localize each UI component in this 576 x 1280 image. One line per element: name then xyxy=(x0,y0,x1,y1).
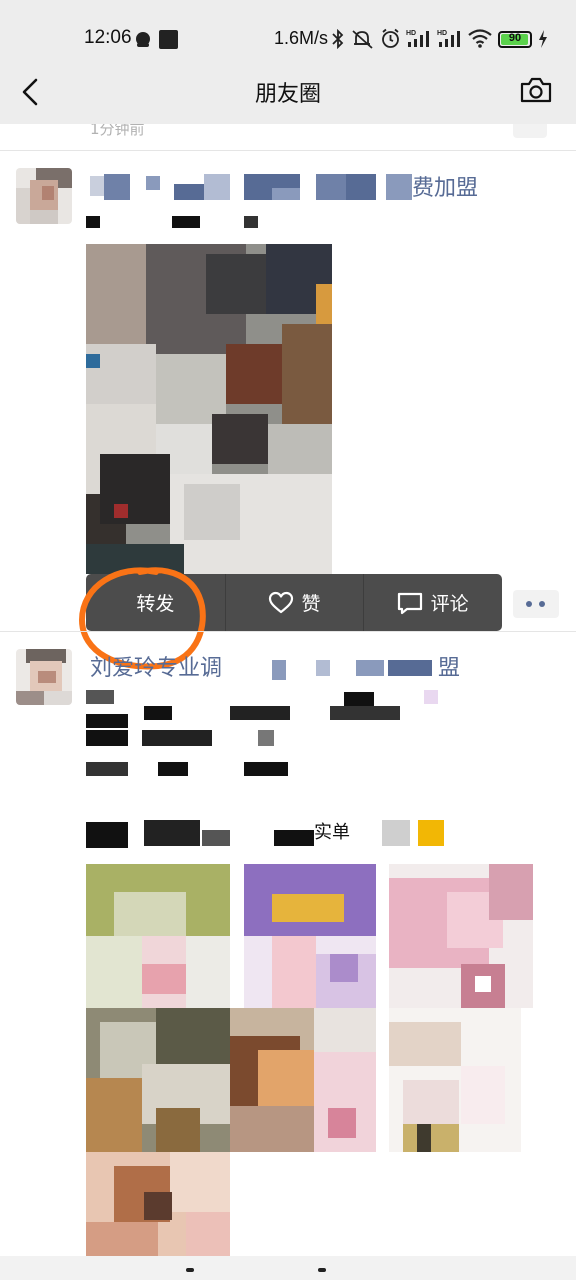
moments-feed[interactable]: 1分钟前 费加盟 转发 赞 评论 刘爱玲专业调 盟 实单 xyxy=(0,124,576,1280)
nav-bar: 朋友圈 xyxy=(0,60,576,124)
divider xyxy=(0,150,576,151)
like-button[interactable]: 赞 xyxy=(224,574,364,631)
post-text-line-2: 实单 xyxy=(86,820,450,850)
mute-icon xyxy=(351,29,375,53)
dot-icon xyxy=(539,601,545,607)
post-text xyxy=(86,686,466,786)
post-action-menu: 转发 赞 评论 xyxy=(86,574,502,631)
post-author[interactable]: 费加盟 xyxy=(90,170,480,202)
bluetooth-icon xyxy=(332,28,344,53)
avatar[interactable] xyxy=(16,649,72,705)
previous-post-time: 1分钟前 xyxy=(90,124,145,138)
post-photo[interactable] xyxy=(86,244,332,574)
signal-hd-icon-2: HD xyxy=(437,28,463,52)
page-title: 朋友圈 xyxy=(254,82,321,107)
svg-text:HD: HD xyxy=(406,30,416,37)
alarm-icon xyxy=(380,28,401,53)
grid-photo-2[interactable] xyxy=(244,864,376,1008)
forward-button[interactable]: 转发 xyxy=(86,574,225,631)
dot-icon xyxy=(526,601,532,607)
battery-icon: 90 xyxy=(498,31,532,48)
post-author-suffix: 费加盟 xyxy=(412,176,479,201)
battery-level: 90 xyxy=(508,32,522,44)
grid-photo-3[interactable] xyxy=(389,864,533,1008)
previous-post-more-button[interactable] xyxy=(513,124,547,138)
status-time: 12:06 xyxy=(84,27,132,48)
post-more-button[interactable] xyxy=(513,590,559,618)
post-text xyxy=(86,214,266,230)
grid-photo-4[interactable] xyxy=(86,1008,230,1152)
qq-icon xyxy=(133,31,153,53)
nav-indicator-icon xyxy=(186,1268,194,1272)
system-gesture-bar xyxy=(0,1256,576,1280)
wifi-icon xyxy=(468,29,492,52)
heart-icon xyxy=(268,591,302,615)
grid-photo-7[interactable] xyxy=(86,1152,230,1256)
like-label: 赞 xyxy=(301,593,321,615)
svg-text:HD: HD xyxy=(437,30,447,37)
charging-icon xyxy=(538,30,548,52)
comment-label: 评论 xyxy=(430,593,469,615)
grid-photo-1[interactable] xyxy=(86,864,230,1008)
nav-indicator-icon xyxy=(318,1268,326,1272)
grid-photo-5[interactable] xyxy=(230,1008,376,1152)
post-author-suffix: 盟 xyxy=(438,656,461,681)
post-author[interactable]: 刘爱玲专业调 盟 xyxy=(90,650,490,682)
network-speed: 1.6M/s xyxy=(274,28,329,48)
notification-icon xyxy=(159,30,178,53)
camera-icon[interactable] xyxy=(519,74,553,106)
post-author-prefix: 刘爱玲专业调 xyxy=(90,656,223,681)
post-text-fragment: 实单 xyxy=(314,822,350,843)
comment-button[interactable]: 评论 xyxy=(363,574,502,631)
signal-hd-icon: HD xyxy=(406,28,432,52)
grid-photo-6[interactable] xyxy=(389,1008,521,1152)
forward-label: 转发 xyxy=(136,593,175,615)
comment-icon xyxy=(397,591,431,615)
divider xyxy=(0,631,576,632)
avatar[interactable] xyxy=(16,168,72,224)
